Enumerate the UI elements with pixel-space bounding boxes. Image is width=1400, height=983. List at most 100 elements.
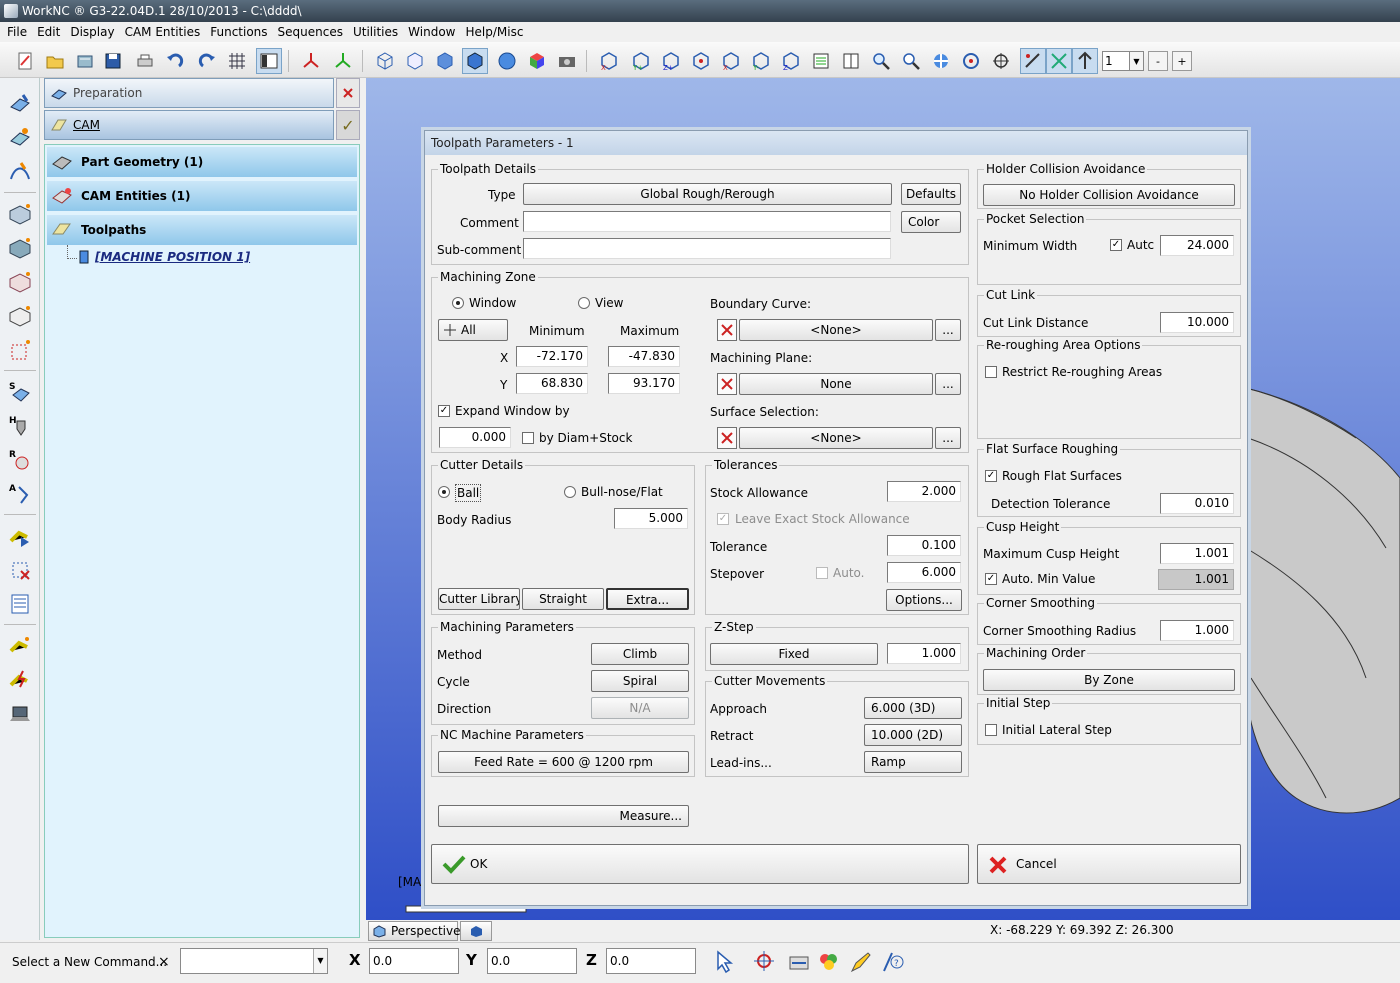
zoom-window-icon[interactable] xyxy=(868,48,894,74)
wireframe-view-icon[interactable] xyxy=(372,48,398,74)
x-max-field[interactable]: -47.830 xyxy=(608,346,680,367)
z-coord-field[interactable]: 0.0 xyxy=(606,948,696,974)
panel-toggle-icon[interactable] xyxy=(256,48,282,74)
save-icon[interactable] xyxy=(100,48,126,74)
boundary-browse-button[interactable]: ... xyxy=(935,319,961,341)
chevron-down-icon[interactable]: ▼ xyxy=(1130,51,1144,71)
boundary-curve-button[interactable]: <None> xyxy=(739,319,933,341)
help-icon[interactable]: ? xyxy=(880,949,906,975)
tree-machine-position[interactable]: [MACHINE POSITION 1] xyxy=(77,249,327,267)
view-xplus-icon[interactable]: X xyxy=(718,48,744,74)
view-yplus-icon[interactable]: Y+ xyxy=(628,48,654,74)
shaded-edges-view-icon[interactable] xyxy=(462,48,488,74)
block-tool-icon[interactable] xyxy=(4,198,36,230)
minimum-width-field[interactable]: 24.000 xyxy=(1160,235,1234,256)
camera-icon[interactable] xyxy=(554,48,580,74)
new-icon[interactable] xyxy=(12,48,38,74)
stock-tool-icon[interactable] xyxy=(4,232,36,264)
filter-tool-icon[interactable] xyxy=(1046,48,1072,74)
restrict-rerough-checkbox[interactable] xyxy=(985,366,997,378)
stock-allowance-field[interactable]: 2.000 xyxy=(887,481,961,502)
report-tool-icon[interactable] xyxy=(4,588,36,620)
zstep-mode-button[interactable]: Fixed xyxy=(710,643,878,665)
split-view-icon[interactable] xyxy=(838,48,864,74)
straight-button[interactable]: Straight xyxy=(522,588,604,610)
view-xminus-icon[interactable]: X- xyxy=(596,48,622,74)
corner-radius-field[interactable]: 1.000 xyxy=(1160,620,1234,641)
redraw-icon[interactable] xyxy=(786,949,812,975)
surface-tool-icon[interactable] xyxy=(4,266,36,298)
y-min-field[interactable]: 68.830 xyxy=(516,373,588,394)
expand-window-field[interactable]: 0.000 xyxy=(439,427,511,448)
sphere-view-icon[interactable] xyxy=(494,48,520,74)
tree-toolpaths[interactable]: Toolpaths xyxy=(47,215,357,245)
post-tool-icon[interactable] xyxy=(4,630,36,662)
clear-plane-button[interactable] xyxy=(717,373,737,395)
color-button[interactable]: Color xyxy=(901,211,961,233)
tree-cam-entities[interactable]: CAM Entities (1) xyxy=(47,181,357,211)
menu-file[interactable]: File xyxy=(2,22,32,42)
view-zplus-icon[interactable]: Z+ xyxy=(658,48,684,74)
options-button[interactable]: Options... xyxy=(886,589,962,611)
method-button[interactable]: Climb xyxy=(591,643,689,665)
plane-browse-button[interactable]: ... xyxy=(935,373,961,395)
y-coord-field[interactable]: 0.0 xyxy=(487,948,577,974)
extra-button[interactable]: Extra... xyxy=(606,588,689,610)
s-tool-icon[interactable]: S xyxy=(4,376,36,408)
view-zminus-icon[interactable]: Z- xyxy=(778,48,804,74)
surface-selection-button[interactable]: <None> xyxy=(739,427,933,449)
tree-part-geometry[interactable]: Part Geometry (1) xyxy=(47,147,357,177)
menu-cam-entities[interactable]: CAM Entities xyxy=(120,22,206,42)
color-palette-icon[interactable] xyxy=(816,949,842,975)
cam-tool-icon[interactable] xyxy=(4,88,36,120)
boundary-tool-icon[interactable] xyxy=(4,300,36,332)
subcomment-field[interactable] xyxy=(523,238,891,259)
cancel-button[interactable]: Cancel xyxy=(977,844,1241,884)
clear-surface-button[interactable] xyxy=(717,427,737,449)
clear-command-icon[interactable]: × xyxy=(158,954,170,970)
curve-tool-icon[interactable] xyxy=(4,334,36,366)
layer-input[interactable] xyxy=(1102,51,1130,71)
lightning-tool-icon[interactable] xyxy=(4,664,36,696)
a-tool-icon[interactable]: A xyxy=(4,478,36,510)
initial-lateral-checkbox[interactable] xyxy=(985,724,997,736)
window-radio[interactable] xyxy=(452,297,464,309)
color-cube-icon[interactable] xyxy=(524,48,550,74)
open-folder-icon[interactable] xyxy=(42,48,68,74)
cutter-library-button[interactable]: Cutter Library xyxy=(438,588,520,610)
ok-button[interactable]: OK xyxy=(431,844,969,884)
comment-field[interactable] xyxy=(523,211,891,232)
exact-stock-checkbox[interactable]: ✓ xyxy=(717,513,729,525)
shaded-view-icon[interactable] xyxy=(432,48,458,74)
stepover-auto-checkbox[interactable] xyxy=(816,567,828,579)
holder-collision-button[interactable]: No Holder Collision Avoidance xyxy=(983,184,1235,206)
layer-select[interactable]: ▼ xyxy=(1100,48,1146,74)
toolpath-tool-icon[interactable] xyxy=(4,156,36,188)
type-button[interactable]: Global Rough/Rerough xyxy=(523,183,892,205)
approach-button[interactable]: 6.000 (3D) xyxy=(864,697,962,719)
direction-button[interactable]: N/A xyxy=(591,697,689,719)
layer-plus-button[interactable]: + xyxy=(1172,51,1192,71)
layer-tool-icon[interactable] xyxy=(1072,48,1098,74)
h-tool-icon[interactable]: H xyxy=(4,410,36,442)
menu-functions[interactable]: Functions xyxy=(205,22,272,42)
all-button[interactable]: All xyxy=(438,319,508,341)
pick-point-icon[interactable] xyxy=(752,949,778,975)
diam-stock-checkbox[interactable] xyxy=(522,432,534,444)
axis-icon[interactable] xyxy=(298,48,324,74)
preparation-header[interactable]: Preparation xyxy=(44,78,334,108)
pan-icon[interactable] xyxy=(928,48,954,74)
rotate-icon[interactable] xyxy=(958,48,984,74)
redo-icon[interactable] xyxy=(194,48,220,74)
pocket-auto-checkbox[interactable]: ✓ xyxy=(1110,239,1122,251)
ball-radio[interactable] xyxy=(438,486,450,498)
undo-icon[interactable] xyxy=(162,48,188,74)
clear-boundary-button[interactable] xyxy=(717,319,737,341)
print-icon[interactable] xyxy=(132,48,158,74)
machining-plane-button[interactable]: None xyxy=(739,373,933,395)
x-coord-field[interactable]: 0.0 xyxy=(369,948,459,974)
r-tool-icon[interactable]: R xyxy=(4,444,36,476)
measure-tool-icon[interactable] xyxy=(1020,48,1046,74)
zstep-field[interactable]: 1.000 xyxy=(887,643,961,664)
rough-flat-checkbox[interactable]: ✓ xyxy=(985,470,997,482)
